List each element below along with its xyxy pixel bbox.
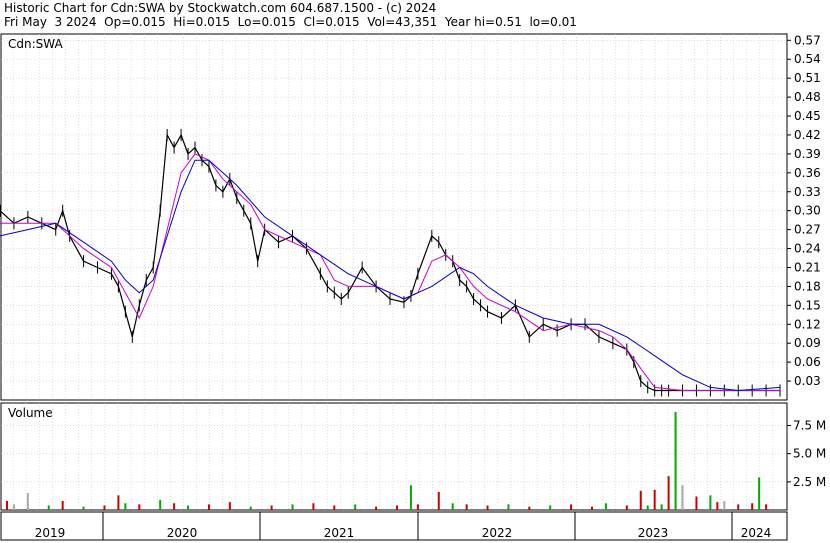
volume-bar (751, 503, 754, 510)
price-tick-label: 0.48 (794, 90, 821, 104)
volume-bar (354, 504, 357, 510)
price-tick-label: 0.06 (794, 355, 821, 369)
volume-bar (26, 493, 29, 510)
volume-bar (173, 503, 176, 510)
volume-panel-label: Volume (8, 406, 53, 420)
volume-bar (709, 495, 712, 510)
price-tick-label: 0.51 (794, 71, 821, 85)
price-tick-label: 0.09 (794, 336, 821, 350)
price-tick-label: 0.30 (794, 204, 821, 218)
volume-bar (758, 477, 761, 510)
volume-bar (549, 505, 552, 510)
year-label: 2023 (638, 526, 669, 540)
volume-bar (528, 506, 531, 510)
volume-bar (375, 506, 378, 510)
volume-bar (716, 502, 719, 510)
volume-bar (249, 506, 252, 510)
volume-tick-label: 7.5 M (793, 419, 826, 433)
year-label: 2024 (741, 526, 772, 540)
volume-bar (187, 505, 190, 510)
volume-bar (570, 504, 573, 510)
year-label: 2020 (167, 526, 198, 540)
price-panel-label: Cdn:SWA (8, 37, 63, 51)
volume-bar (437, 491, 440, 510)
price-tick-label: 0.33 (794, 185, 821, 199)
volume-bar (695, 496, 698, 510)
price-tick-label: 0.36 (794, 166, 821, 180)
year-label: 2019 (35, 526, 66, 540)
volume-bar (660, 504, 663, 510)
volume-bar (681, 485, 684, 510)
volume-bar (646, 505, 649, 510)
price-tick-label: 0.42 (794, 128, 821, 142)
volume-bar (625, 505, 628, 510)
year-axis-frame (0, 511, 788, 541)
year-label: 2022 (482, 526, 513, 540)
volume-bar (674, 412, 677, 510)
price-tick-label: 0.12 (794, 317, 821, 331)
price-tick-label: 0.57 (794, 33, 821, 47)
volume-bar (723, 500, 726, 510)
volume-bar (395, 505, 398, 510)
price-tick-label: 0.21 (794, 260, 821, 274)
volume-bar (765, 504, 768, 510)
price-tick-label: 0.45 (794, 109, 821, 123)
volume-bar (291, 504, 294, 510)
price-tick-label: 0.03 (794, 374, 821, 388)
stock-chart: 0.57 0.54 0.51 0.48 0.45 0.42 0.39 0.36 0.33 0.30… (0, 33, 826, 541)
volume-bar (61, 500, 64, 510)
volume-bar (138, 504, 141, 510)
volume-bar (312, 503, 315, 510)
volume-tick-label: 5.0 M (793, 447, 826, 461)
price-panel-frame (0, 33, 788, 401)
volume-bar (604, 503, 607, 510)
volume-bar (667, 476, 670, 510)
volume-bar (12, 504, 15, 510)
volume-bar (228, 502, 231, 510)
volume-bar (486, 505, 489, 510)
volume-bar (5, 500, 8, 510)
volume-bar (82, 506, 85, 510)
price-tick-label: 0.15 (794, 298, 821, 312)
year-label: 2021 (324, 526, 355, 540)
volume-bar (207, 504, 210, 510)
volume-bar (159, 499, 162, 510)
volume-tick-label: 2.5 M (793, 475, 826, 489)
volume-bar (639, 490, 642, 510)
volume-bar (590, 506, 593, 510)
price-tick-label: 0.27 (794, 223, 821, 237)
volume-bar (507, 504, 510, 510)
volume-bar (124, 503, 127, 510)
price-tick-label: 0.39 (794, 147, 821, 161)
price-tick-label: 0.54 (794, 52, 821, 66)
volume-bar (117, 495, 120, 510)
volume-bar (47, 505, 50, 510)
volume-bar (270, 505, 273, 510)
volume-bar (416, 504, 419, 510)
price-tick-label: 0.18 (794, 279, 821, 293)
price-tick-label: 0.24 (794, 242, 821, 256)
volume-bar (653, 489, 656, 510)
volume-bar (737, 504, 740, 510)
volume-bar (103, 505, 106, 510)
volume-bar (451, 503, 454, 510)
volume-bar (409, 485, 412, 510)
volume-bar (465, 504, 468, 510)
volume-bar (333, 505, 336, 510)
